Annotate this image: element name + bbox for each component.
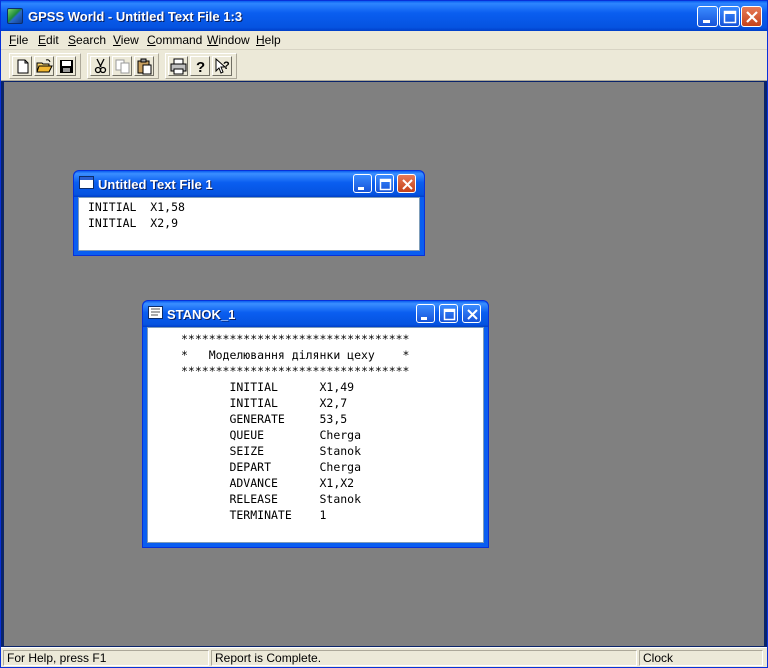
- save-button[interactable]: [56, 56, 76, 76]
- menu-file-label: ile: [16, 33, 29, 47]
- minimize-icon: [703, 20, 710, 23]
- menu-window[interactable]: Window: [207, 33, 250, 47]
- code-line-10: ADVANCE X1,X2: [181, 476, 355, 490]
- menu-window-accel: W: [207, 33, 219, 47]
- text-line-2: INITIAL X2,9: [88, 216, 179, 230]
- maximize-icon: [443, 308, 456, 321]
- print-button[interactable]: [168, 56, 188, 76]
- close-icon: [467, 309, 478, 320]
- text-file-titlebar[interactable]: Untitled Text File 1: [74, 171, 424, 197]
- menu-search[interactable]: Search: [68, 33, 106, 47]
- context-help-button[interactable]: ?: [212, 56, 232, 76]
- menu-file[interactable]: File: [9, 33, 28, 47]
- menu-search-label: earch: [76, 33, 107, 47]
- code-line-12: TERMINATE 1: [181, 508, 327, 522]
- code-line-4: INITIAL X1,49: [181, 380, 355, 394]
- svg-text:?: ?: [196, 59, 205, 75]
- code-line-9: DEPART Cherga: [181, 460, 362, 474]
- paste-clipboard-icon: [137, 58, 152, 75]
- text-line-1: INITIAL X1,58: [88, 200, 185, 214]
- stanok-title: STANOK_1: [167, 307, 236, 322]
- menu-view[interactable]: View: [113, 33, 139, 47]
- stanok-close-button[interactable]: [462, 304, 481, 323]
- stanok-minimize-button[interactable]: [416, 304, 435, 323]
- menu-help-label: elp: [264, 33, 281, 47]
- menu-command-accel: C: [147, 33, 156, 47]
- app-window: GPSS World - Untitled Text File 1:3 File…: [0, 0, 768, 668]
- minimize-icon: [421, 317, 427, 320]
- toolbar-edit-group: [87, 53, 159, 79]
- help-question-icon: ?: [196, 59, 205, 75]
- text-file-minimize-button[interactable]: [353, 174, 372, 193]
- model-document-icon[interactable]: [148, 306, 163, 319]
- stanok-titlebar[interactable]: STANOK_1: [143, 301, 488, 327]
- close-icon: [746, 11, 758, 23]
- paste-button[interactable]: [134, 56, 154, 76]
- model-document-lines-icon: [151, 308, 160, 316]
- stanok-maximize-button[interactable]: [439, 304, 458, 323]
- close-button[interactable]: [741, 6, 762, 27]
- gpss-world-icon[interactable]: [7, 8, 23, 24]
- print-icon: [170, 58, 187, 75]
- close-icon: [402, 179, 413, 190]
- text-file-window: Untitled Text File 1 INITIAL X1,58 INITI…: [73, 170, 425, 256]
- new-file-icon: [17, 59, 29, 74]
- menubar: File Edit Search View Command Window Hel…: [1, 31, 767, 50]
- context-help-icon: ?: [215, 58, 230, 74]
- status-clock: Clock: [639, 650, 763, 666]
- svg-text:?: ?: [223, 60, 230, 72]
- save-disk-icon: [60, 60, 73, 73]
- maximize-button[interactable]: [719, 6, 740, 27]
- status-report: Report is Complete.: [211, 650, 637, 666]
- text-file-editor[interactable]: INITIAL X1,58 INITIAL X2,9: [78, 197, 420, 251]
- help-button[interactable]: ?: [190, 56, 210, 76]
- minimize-icon: [358, 187, 364, 190]
- cut-button[interactable]: [90, 56, 110, 76]
- minimize-button[interactable]: [697, 6, 718, 27]
- menu-edit-label: dit: [46, 33, 59, 47]
- maximize-icon: [379, 178, 392, 191]
- code-line-3: *********************************: [181, 364, 410, 378]
- text-file-close-button[interactable]: [397, 174, 416, 193]
- statusbar: For Help, press F1 Report is Complete. C…: [1, 647, 767, 667]
- text-file-title: Untitled Text File 1: [98, 177, 213, 192]
- cut-scissors-icon: [94, 58, 107, 74]
- status-help: For Help, press F1: [3, 650, 209, 666]
- mdi-client-area: Untitled Text File 1 INITIAL X1,58 INITI…: [4, 82, 764, 646]
- new-file-button[interactable]: [12, 56, 32, 76]
- copy-button[interactable]: [112, 56, 132, 76]
- menu-help[interactable]: Help: [256, 33, 281, 47]
- menu-edit[interactable]: Edit: [38, 33, 59, 47]
- code-line-2: * Моделювання ділянки цеху *: [181, 348, 410, 362]
- code-line-6: GENERATE 53,5: [181, 412, 348, 426]
- open-file-button[interactable]: [34, 56, 54, 76]
- app-title: GPSS World - Untitled Text File 1:3: [28, 9, 243, 24]
- menu-search-accel: S: [68, 33, 77, 47]
- text-file-maximize-button[interactable]: [375, 174, 394, 193]
- app-titlebar[interactable]: GPSS World - Untitled Text File 1:3: [1, 1, 767, 31]
- code-line-7: QUEUE Cherga: [181, 428, 362, 442]
- code-line-11: RELEASE Stanok: [181, 492, 362, 506]
- menu-view-label: iew: [120, 33, 139, 47]
- code-line-1: *********************************: [181, 332, 410, 346]
- stanok-editor[interactable]: ********************************* * Моде…: [147, 327, 484, 543]
- menu-view-accel: V: [113, 33, 121, 47]
- menu-command-label: ommand: [155, 33, 203, 47]
- maximize-icon: [723, 10, 737, 24]
- code-line-5: INITIAL X2,7: [181, 396, 348, 410]
- toolbar-misc-group: ? ?: [165, 53, 237, 79]
- menu-window-label: indow: [218, 33, 250, 47]
- menu-help-accel: H: [256, 33, 265, 47]
- text-window-icon[interactable]: [79, 176, 94, 189]
- copy-icon: [115, 59, 130, 74]
- toolbar-file-group: [9, 53, 81, 79]
- menu-command[interactable]: Command: [147, 33, 202, 47]
- open-folder-icon: [36, 59, 53, 73]
- menu-edit-accel: E: [38, 33, 47, 47]
- code-line-8: SEIZE Stanok: [181, 444, 362, 458]
- stanok-window: STANOK_1 *******************************…: [142, 300, 489, 548]
- toolbar: ? ?: [1, 50, 767, 81]
